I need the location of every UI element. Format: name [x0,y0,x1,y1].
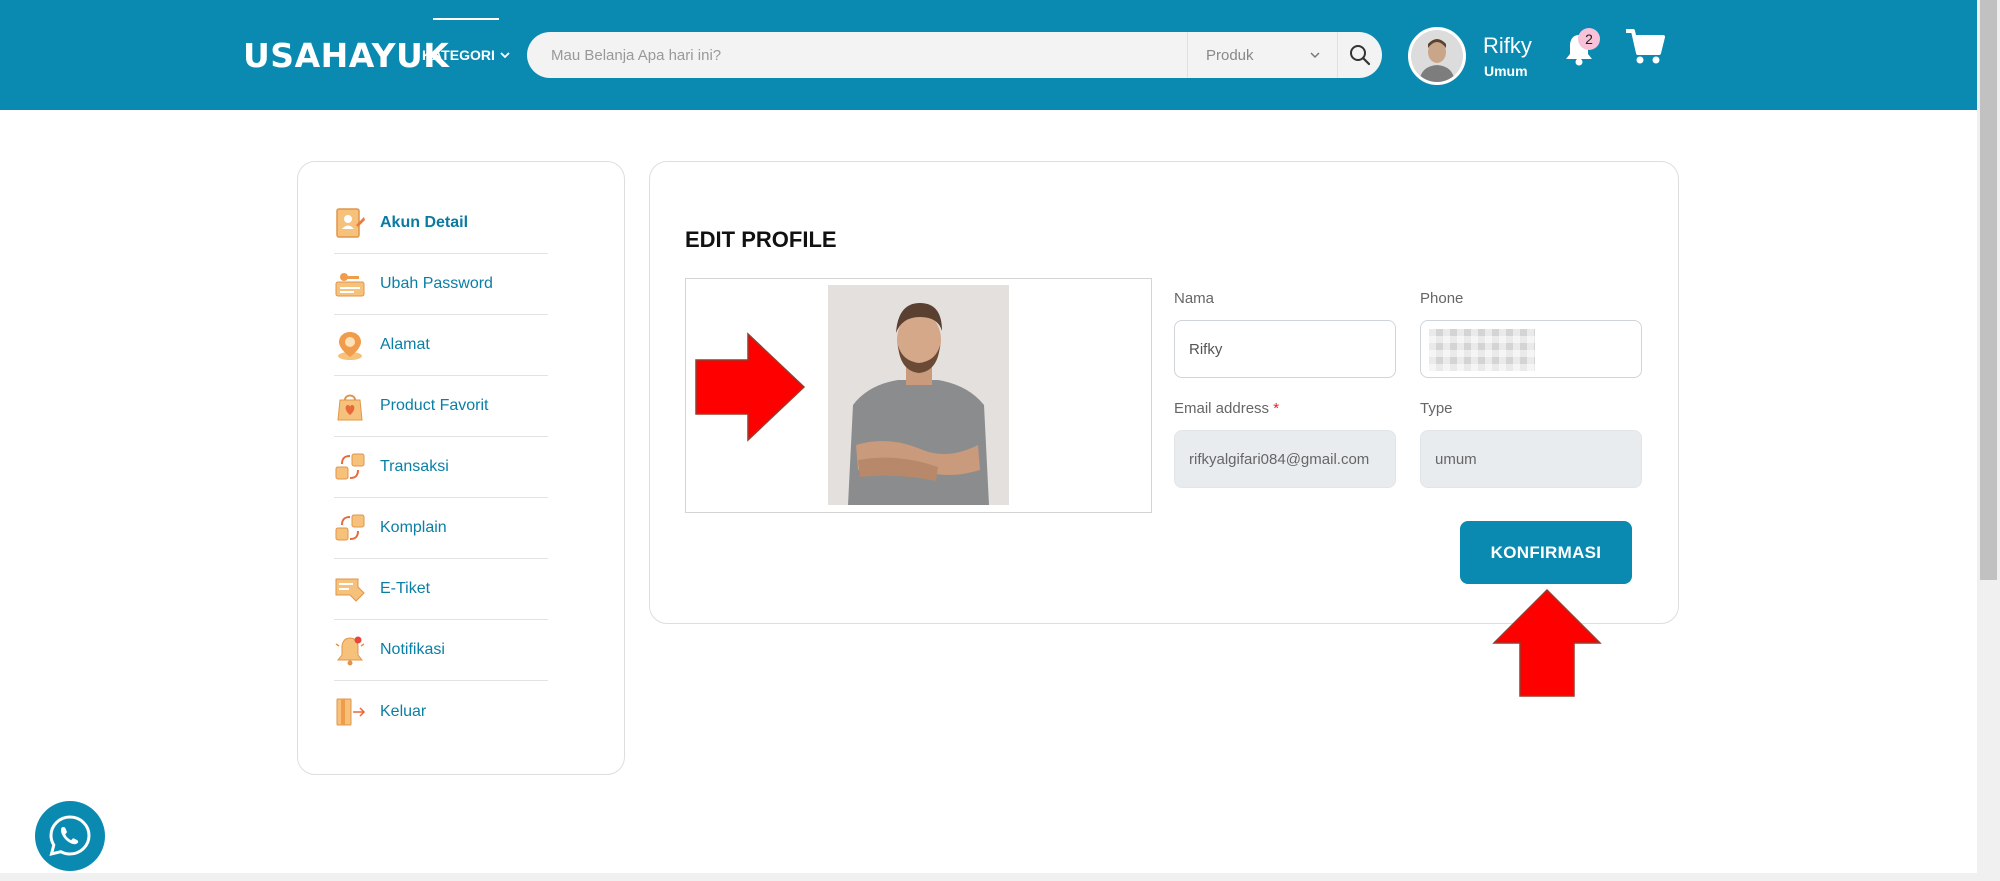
phone-redacted-value [1429,329,1535,371]
sidebar-item-label: E-Tiket [380,580,431,597]
sidebar-item-label: Komplain [380,519,447,536]
sidebar-item-label: Akun Detail [380,214,469,231]
type-label: Type [1420,400,1453,417]
sidebar-item-label: Transaksi [380,458,449,475]
email-label: Email address * [1174,400,1279,417]
complaint-icon [335,514,365,541]
sidebar-item-notifikasi[interactable]: Notifikasi [334,620,548,681]
sidebar-item-akun-detail[interactable]: Akun Detail [334,193,548,254]
whatsapp-button[interactable] [35,801,105,871]
notification-badge: 2 [1578,28,1600,50]
search-input[interactable] [527,32,1187,78]
transaction-icon [335,453,365,480]
sidebar-item-e-tiket[interactable]: E-Tiket [334,559,548,620]
page-title: EDIT PROFILE [685,227,837,252]
page-scrollbar-thumb[interactable] [1980,0,1997,580]
sidebar-item-komplain[interactable]: Komplain [334,498,548,559]
account-sidebar: Akun Detail Ubah Password Alamat Product… [297,161,625,775]
sidebar-item-label: Product Favorit [380,397,489,414]
search-icon [1350,45,1371,66]
sidebar-item-product-favorit[interactable]: Product Favorit [334,376,548,437]
sidebar-item-transaksi[interactable]: Transaksi [334,437,548,498]
name-label: Nama [1174,290,1215,307]
edit-profile-card: EDIT PROFILE Nama P [649,161,1679,624]
sidebar-item-label: Ubah Password [380,275,493,292]
whatsapp-icon [49,815,91,857]
search-button[interactable] [1337,32,1382,78]
bell-icon [335,636,365,666]
sidebar-item-label: Alamat [380,336,430,353]
account-detail-icon [336,208,365,238]
cart-icon [1626,29,1665,64]
favorite-bag-icon [337,394,363,421]
user-avatar-image [1411,30,1463,82]
chevron-down-icon [1310,52,1320,59]
konfirmasi-button[interactable]: KONFIRMASI [1460,521,1632,584]
required-asterisk: * [1273,400,1280,417]
top-navbar: USAHAYUK KATEGORI Produk Rifky Umum 2 [0,0,1977,110]
ticket-icon [335,578,365,602]
logout-icon [336,698,366,725]
profile-photo[interactable] [828,285,1009,505]
chevron-down-icon [500,52,510,59]
user-avatar[interactable] [1408,27,1466,85]
email-input [1174,430,1396,488]
red-arrow-right-annotation [695,332,806,442]
sidebar-item-keluar[interactable]: Keluar [334,681,548,742]
search-bar: Produk [527,32,1382,78]
type-input [1420,430,1642,488]
name-input[interactable] [1174,320,1396,378]
email-label-text: Email address [1174,400,1270,417]
sidebar-item-label: Notifikasi [380,641,445,658]
phone-input[interactable] [1420,320,1642,378]
user-type: Umum [1484,63,1528,79]
kategori-dropdown[interactable]: KATEGORI [422,47,510,63]
location-icon [338,332,362,360]
kategori-label: KATEGORI [422,47,495,63]
site-logo[interactable]: USAHAYUK [243,36,449,75]
profile-photo-image [828,285,1009,505]
sidebar-item-alamat[interactable]: Alamat [334,315,548,376]
key-icon [335,273,365,297]
cart-button[interactable] [1624,28,1666,71]
sidebar-item-label: Keluar [380,702,427,720]
category-select-value: Produk [1206,46,1254,64]
kategori-underline [433,18,499,20]
user-name[interactable]: Rifky [1483,33,1532,59]
sidebar-item-ubah-password[interactable]: Ubah Password [334,254,548,315]
red-arrow-up-annotation [1492,588,1602,697]
phone-label: Phone [1420,290,1464,307]
bottom-strip [0,873,1977,881]
category-select[interactable]: Produk [1187,32,1337,78]
